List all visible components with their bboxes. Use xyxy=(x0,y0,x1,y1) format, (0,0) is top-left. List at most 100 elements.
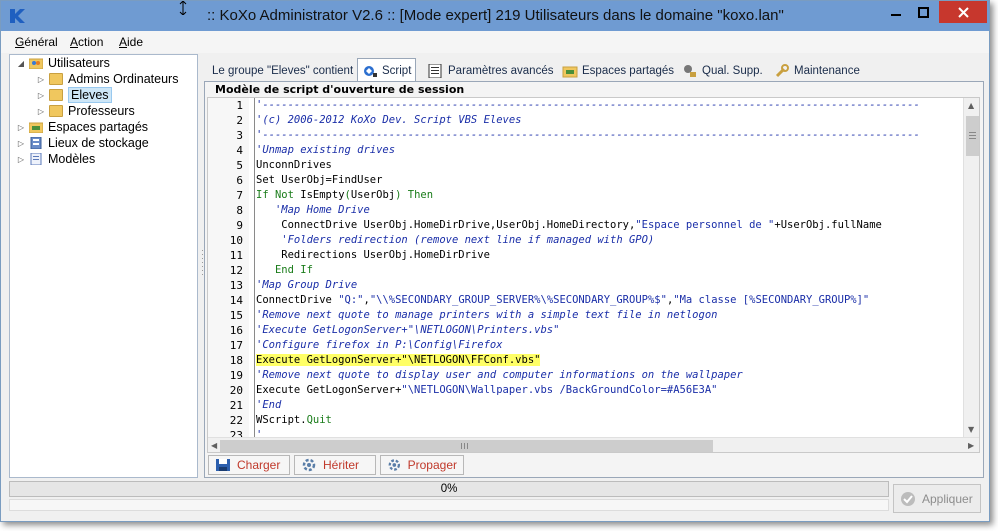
title-bar[interactable]: :: KoXo Administrator V2.6 :: [Mode expe… xyxy=(1,1,989,31)
menu-action[interactable]: Action xyxy=(70,35,103,49)
maintenance-icon xyxy=(775,64,789,78)
expand-arrow-icon[interactable]: ▷ xyxy=(36,75,46,84)
code-line[interactable]: 'Remove next quote to display user and c… xyxy=(256,368,743,383)
maximize-button[interactable] xyxy=(910,1,937,23)
code-line[interactable]: 'Folders redirection (remove next line i… xyxy=(256,233,654,248)
code-line[interactable]: '---------------------------------------… xyxy=(256,128,920,143)
vertical-scroll-thumb[interactable] xyxy=(966,116,979,156)
menu-aide-label: ide xyxy=(127,35,144,49)
load-button[interactable]: Charger xyxy=(208,455,290,475)
code-line[interactable]: 'Map Home Drive xyxy=(256,203,370,218)
code-line[interactable]: Execute GetLogonServer+"\NETLOGON\FFConf… xyxy=(256,353,541,368)
qualification-icon xyxy=(684,65,696,77)
scroll-right-icon[interactable]: ▶ xyxy=(968,441,974,450)
expand-arrow-icon[interactable]: ▷ xyxy=(16,139,26,148)
inherit-button-label: Hériter xyxy=(323,458,360,472)
line-number: 12 xyxy=(229,264,243,277)
tab-label: Maintenance xyxy=(794,65,860,77)
expand-arrow-icon[interactable]: ▷ xyxy=(36,107,46,116)
code-line[interactable]: ConnectDrive "Q:","\\%SECONDARY_GROUP_SE… xyxy=(256,293,869,308)
tree-item-modeles[interactable]: ▷ Modèles xyxy=(16,151,95,167)
line-number: 18 xyxy=(229,354,243,367)
tree-item-admins-ordinateurs[interactable]: ▷ Admins Ordinateurs xyxy=(36,71,179,87)
menu-aide-mnemonic: A xyxy=(119,35,128,49)
expand-arrow-icon[interactable]: ▷ xyxy=(36,91,46,100)
menu-general[interactable]: Général xyxy=(15,35,58,49)
tab-label: Paramètres avancés xyxy=(448,65,554,77)
menu-action-label: ction xyxy=(78,35,104,49)
close-button[interactable] xyxy=(939,1,987,23)
tab-label: Script xyxy=(382,65,412,77)
code-line[interactable]: 'Configure firefox in P:\Config\Firefox xyxy=(256,338,503,353)
line-number: 11 xyxy=(229,249,243,262)
window-title: :: KoXo Administrator V2.6 :: [Mode expe… xyxy=(207,7,784,24)
horizontal-scroll-thumb[interactable] xyxy=(220,440,713,452)
expand-arrow-icon[interactable]: ▷ xyxy=(16,123,26,132)
scroll-left-icon[interactable]: ◀ xyxy=(211,441,217,450)
tab-advanced-settings[interactable]: Paramètres avancés xyxy=(424,60,557,82)
load-icon xyxy=(216,459,230,471)
tree-item-lieux-de-stockage[interactable]: ▷ Lieux de stockage xyxy=(16,135,149,151)
tab-qual-supp[interactable]: Qual. Supp. xyxy=(678,60,767,82)
scroll-up-icon[interactable]: ▲ xyxy=(968,101,974,110)
code-line[interactable]: 'Map Group Drive xyxy=(256,278,357,293)
tree-item-professeurs[interactable]: ▷ Professeurs xyxy=(36,103,135,119)
line-number-gutter: 1 2 3 4 5 6 7 8 9 10 11 12 13 14 15 16 17 18 19 20 21 22 23 xyxy=(208,98,249,442)
code-line[interactable]: '(c) 2006-2012 KoXo Dev. Script VBS Elev… xyxy=(256,113,522,128)
tree-item-label: Espaces partagés xyxy=(48,120,149,134)
maximize-icon xyxy=(918,6,929,18)
navigation-tree[interactable]: ◢ Utilisateurs ▷ Admins Ordinateurs ▷ El… xyxy=(9,54,198,478)
close-icon xyxy=(957,6,969,18)
tree-item-eleves[interactable]: ▷ Eleves xyxy=(36,87,112,103)
advanced-settings-icon xyxy=(428,64,442,78)
koxo-logo-icon xyxy=(10,9,25,23)
tree-item-utilisateurs[interactable]: ◢ Utilisateurs xyxy=(16,55,110,71)
inherit-button[interactable]: Hériter xyxy=(294,455,376,475)
code-line[interactable]: Execute GetLogonServer+"\NETLOGON\Wallpa… xyxy=(256,383,717,398)
script-tab-panel: Modèle de script d'ouverture de session … xyxy=(204,81,984,478)
tab-group-contents[interactable]: Le groupe "Eleves" contient xyxy=(208,60,357,82)
code-line[interactable]: End If xyxy=(256,263,313,278)
vertical-scrollbar[interactable]: ▲ ▼ xyxy=(963,98,979,437)
propagate-button[interactable]: Propager xyxy=(380,455,464,475)
code-line[interactable]: 'End xyxy=(256,398,281,413)
expand-arrow-icon[interactable]: ▷ xyxy=(16,155,26,164)
code-line[interactable]: '---------------------------------------… xyxy=(256,98,920,113)
line-number: 8 xyxy=(236,204,243,217)
code-line[interactable]: If Not IsEmpty(UserObj) Then xyxy=(256,188,433,203)
scroll-down-icon[interactable]: ▼ xyxy=(968,425,974,434)
menu-aide[interactable]: Aide xyxy=(119,35,143,49)
tree-item-espaces-partages[interactable]: ▷ Espaces partagés xyxy=(16,119,148,135)
script-editor[interactable]: 1 2 3 4 5 6 7 8 9 10 11 12 13 14 15 16 17 18 19 20 21 22 23 '-… xyxy=(207,97,980,453)
horizontal-scrollbar[interactable]: ◀ ▶ xyxy=(208,437,979,452)
line-number: 21 xyxy=(229,399,243,412)
code-line[interactable]: 'Remove next quote to manage printers wi… xyxy=(256,308,717,323)
tab-label: Le groupe "Eleves" contient xyxy=(212,65,354,77)
line-number: 1 xyxy=(236,99,243,112)
code-line[interactable]: Redirections UserObj.HomeDirDrive xyxy=(256,248,490,263)
apply-button[interactable]: Appliquer xyxy=(893,484,981,513)
tree-item-label: Lieux de stockage xyxy=(48,136,149,150)
code-line[interactable]: 'Execute GetLogonServer+"\NETLOGON\Print… xyxy=(256,323,559,338)
menu-action-mnemonic: A xyxy=(70,35,79,49)
menu-general-label: énéral xyxy=(24,35,58,49)
section-title: Modèle de script d'ouverture de session xyxy=(215,83,465,96)
tab-shared-spaces[interactable]: Espaces partagés xyxy=(558,60,678,82)
main-window: :: KoXo Administrator V2.6 :: [Mode expe… xyxy=(0,0,990,522)
code-line[interactable]: WScript.Quit xyxy=(256,413,332,428)
minimize-button[interactable] xyxy=(881,1,910,23)
line-number: 5 xyxy=(236,159,243,172)
minimize-icon xyxy=(890,14,901,16)
code-line[interactable]: ConnectDrive UserObj.HomeDirDrive,UserOb… xyxy=(256,218,882,233)
tree-item-label: Professeurs xyxy=(68,104,135,118)
code-line[interactable]: 'Unmap existing drives xyxy=(256,143,395,158)
collapse-arrow-icon[interactable]: ◢ xyxy=(16,59,26,68)
line-number: 10 xyxy=(229,234,243,247)
line-number: 14 xyxy=(229,294,243,307)
storage-icon xyxy=(30,137,42,149)
tab-script[interactable]: Script xyxy=(357,58,417,83)
code-line[interactable]: UnconnDrives xyxy=(256,158,332,173)
tab-maintenance[interactable]: Maintenance xyxy=(770,60,864,82)
code-line[interactable]: Set UserObj=FindUser xyxy=(256,173,382,188)
line-number: 15 xyxy=(229,309,243,322)
